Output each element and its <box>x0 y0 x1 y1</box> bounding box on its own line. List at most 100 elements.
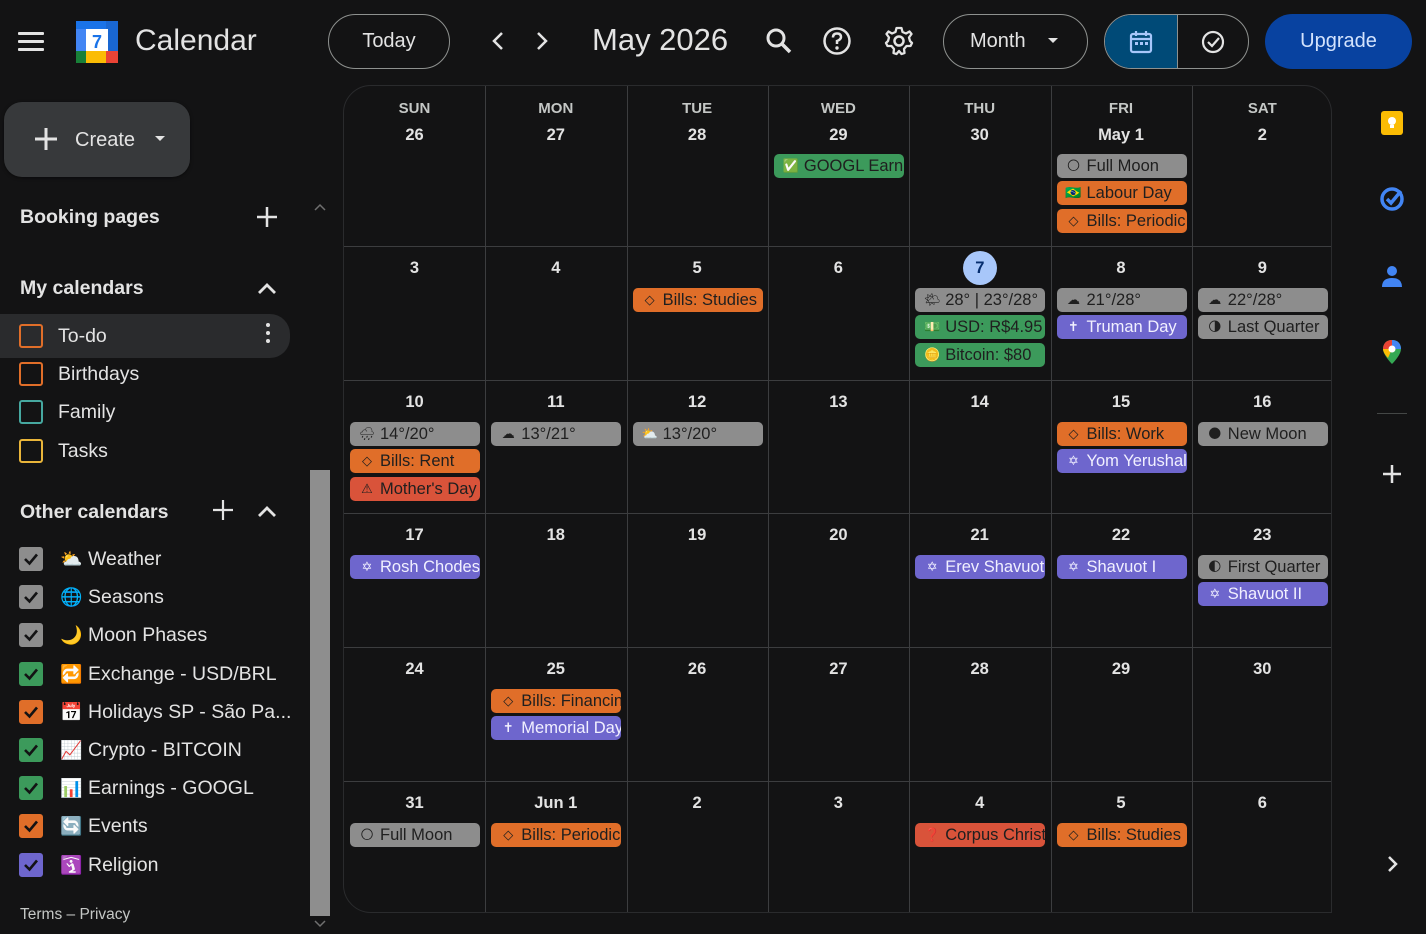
day-number[interactable]: 17 <box>344 526 485 545</box>
event-chip[interactable]: 🌓 First Quarter <box>1197 555 1328 579</box>
search-icon[interactable] <box>762 24 796 58</box>
other-calendar-item[interactable]: 📈 Crypto - BITCOIN <box>0 731 290 769</box>
maps-icon[interactable] <box>1378 338 1406 366</box>
event-chip[interactable]: 🌧 14°/20° <box>350 422 480 446</box>
add-booking-page-icon[interactable] <box>256 206 278 228</box>
event-chip[interactable]: 🌗 Last Quarter <box>1197 315 1328 340</box>
day-number[interactable]: 3 <box>344 259 485 278</box>
day-number[interactable]: 29 <box>1051 660 1192 679</box>
calendar-checkbox[interactable] <box>19 324 43 348</box>
privacy-link[interactable]: Privacy <box>79 906 130 923</box>
day-number[interactable]: 18 <box>485 526 626 545</box>
event-chip[interactable]: ◇ Bills: Periodic <box>1056 208 1187 233</box>
calendar-checkbox[interactable] <box>19 852 43 877</box>
day-number[interactable]: 24 <box>344 660 485 679</box>
scroll-up-icon[interactable] <box>314 203 326 211</box>
next-month-icon[interactable] <box>527 26 557 56</box>
sidebar-scrollbar[interactable] <box>310 470 330 916</box>
more-options-icon[interactable] <box>260 323 276 349</box>
contacts-icon[interactable] <box>1378 262 1406 290</box>
my-calendar-item[interactable]: Family <box>0 393 290 431</box>
previous-month-icon[interactable] <box>483 26 513 56</box>
day-number[interactable]: 5 <box>1051 794 1192 813</box>
day-number[interactable]: 19 <box>627 526 768 545</box>
event-chip[interactable]: ✝ Memorial Day <box>491 716 622 741</box>
event-chip[interactable]: ☁ 21°/28° <box>1056 288 1187 312</box>
collapse-my-calendars-icon[interactable] <box>257 281 277 295</box>
day-number[interactable]: 13 <box>768 393 909 412</box>
calendar-checkbox[interactable] <box>19 400 43 424</box>
event-chip[interactable]: ◇ Bills: Periodic <box>491 823 622 847</box>
event-chip[interactable]: ✅ GOOGL Earnings <box>773 154 904 178</box>
day-number[interactable]: 14 <box>909 393 1050 412</box>
day-number[interactable]: 28 <box>627 126 768 145</box>
calendar-checkbox[interactable] <box>19 362 43 386</box>
terms-link[interactable]: Terms <box>20 906 62 923</box>
other-calendar-item[interactable]: 🔄 Events <box>0 807 290 845</box>
event-chip[interactable]: ◇ Bills: Financing <box>491 689 622 713</box>
calendar-checkbox[interactable] <box>19 661 43 686</box>
today-button[interactable]: Today <box>328 14 450 69</box>
my-calendar-item[interactable]: Tasks <box>0 432 290 470</box>
calendar-checkbox[interactable] <box>19 814 43 839</box>
event-chip[interactable]: ☁ 13°/21° <box>491 422 622 446</box>
calendar-checkbox[interactable] <box>19 439 43 463</box>
day-number[interactable]: 30 <box>1192 660 1331 679</box>
day-number[interactable]: 6 <box>768 259 909 278</box>
day-number[interactable]: 27 <box>768 660 909 679</box>
event-chip[interactable]: ❓ Corpus Christi <box>915 823 1046 847</box>
day-number[interactable]: 26 <box>627 660 768 679</box>
help-icon[interactable] <box>820 24 854 58</box>
day-number[interactable]: 23 <box>1192 526 1331 545</box>
day-number[interactable]: 22 <box>1051 526 1192 545</box>
other-calendar-item[interactable]: 📊 Earnings - GOOGL <box>0 769 290 807</box>
other-calendar-item[interactable]: 🌙 Moon Phases <box>0 616 290 654</box>
day-number[interactable]: 27 <box>485 126 626 145</box>
view-switcher-button[interactable]: Month <box>943 14 1088 69</box>
day-number[interactable]: 16 <box>1192 393 1331 412</box>
main-menu-icon[interactable] <box>18 32 44 52</box>
event-chip[interactable]: ✝ Truman Day <box>1056 315 1187 340</box>
event-chip[interactable]: 🌤 28° | 23°/28° <box>915 288 1046 312</box>
event-chip[interactable]: 🇧🇷 Labour Day <box>1056 181 1187 206</box>
day-number[interactable]: 10 <box>344 393 485 412</box>
collapse-other-calendars-icon[interactable] <box>257 504 277 518</box>
day-number[interactable]: 3 <box>768 794 909 813</box>
day-number[interactable]: 26 <box>344 126 485 145</box>
day-number[interactable]: 29 <box>768 126 909 145</box>
day-number[interactable]: 4 <box>909 794 1050 813</box>
day-number[interactable]: 5 <box>627 259 768 278</box>
day-number[interactable]: 9 <box>1192 259 1331 278</box>
event-chip[interactable]: ◇ Bills: Work <box>1056 422 1187 446</box>
day-number[interactable]: 6 <box>1192 794 1331 813</box>
event-chip[interactable]: ✡ Shavuot I <box>1056 555 1187 579</box>
calendar-checkbox[interactable] <box>19 623 43 648</box>
calendar-checkbox[interactable] <box>19 585 43 610</box>
today-day-number[interactable]: 7 <box>962 251 997 285</box>
tasks-view-toggle[interactable] <box>1176 15 1249 68</box>
event-chip[interactable]: ◇ Bills: Studies <box>632 288 763 312</box>
day-number[interactable]: Jun 1 <box>485 794 626 813</box>
event-chip[interactable]: ✡ Shavuot II <box>1197 582 1328 607</box>
scroll-down-icon[interactable] <box>314 920 326 928</box>
create-button[interactable]: Create <box>4 102 190 177</box>
day-number[interactable]: 12 <box>627 393 768 412</box>
day-number[interactable]: May 1 <box>1051 126 1192 145</box>
add-addon-icon[interactable] <box>1378 460 1406 488</box>
other-calendar-item[interactable]: 🔁 Exchange - USD/BRL <box>0 655 290 693</box>
day-number[interactable]: 4 <box>485 259 626 278</box>
keep-notes-icon[interactable] <box>1378 109 1406 137</box>
day-number[interactable]: 31 <box>344 794 485 813</box>
other-calendar-item[interactable]: ⛅ Weather <box>0 540 290 578</box>
settings-gear-icon[interactable] <box>882 24 916 58</box>
my-calendar-item[interactable]: Birthdays <box>0 355 290 393</box>
calendar-checkbox[interactable] <box>19 547 43 571</box>
event-chip[interactable]: ⛅ 13°/20° <box>632 422 763 446</box>
day-number[interactable]: 11 <box>485 393 626 412</box>
add-other-calendar-icon[interactable] <box>212 499 234 521</box>
event-chip[interactable]: 💵 USD: R$4.95 <box>915 315 1046 340</box>
day-number[interactable]: 30 <box>909 126 1050 145</box>
other-calendar-item[interactable]: 🛐 Religion <box>0 846 290 884</box>
event-chip[interactable]: ☁ 22°/28° <box>1197 288 1328 312</box>
day-number[interactable]: 2 <box>627 794 768 813</box>
